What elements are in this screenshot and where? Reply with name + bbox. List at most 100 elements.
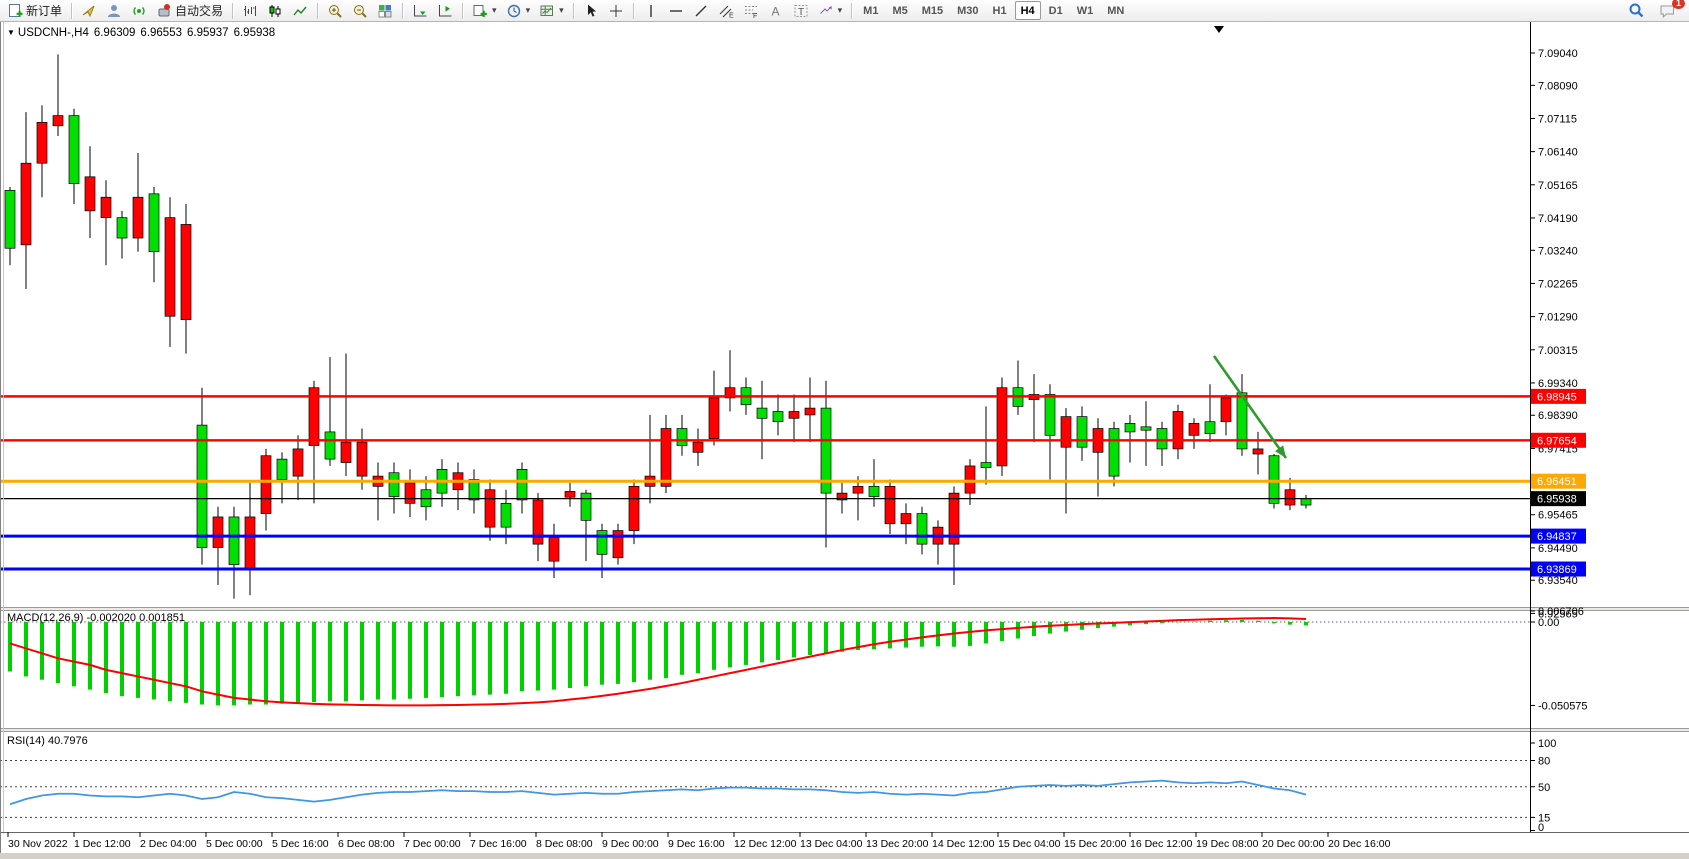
timeframe-button-h1[interactable]: H1	[987, 1, 1013, 20]
toolbar: 新订单 自动交易	[0, 0, 1689, 22]
chart-bars-button[interactable]	[238, 1, 262, 20]
candle-body-up	[325, 432, 335, 459]
price-tick-label: 7.08090	[1538, 80, 1578, 92]
candle-body-down	[165, 218, 175, 317]
zoom-out-button[interactable]	[348, 1, 372, 20]
candle-body-down	[997, 388, 1007, 466]
timeframe-button-m5[interactable]: M5	[886, 1, 913, 20]
news-signal-button[interactable]	[127, 1, 151, 20]
candle-body-down	[405, 483, 415, 503]
crosshair-icon	[608, 3, 624, 19]
zoom-in-button[interactable]	[323, 1, 347, 20]
auto-trading-button[interactable]: 自动交易	[152, 1, 227, 20]
candlestick-icon	[267, 3, 283, 19]
auto-scroll-button[interactable]	[408, 1, 432, 20]
chart-area[interactable]: 7.090407.080907.071157.061407.051657.041…	[0, 0, 1689, 859]
tile-windows-button[interactable]	[373, 1, 397, 20]
macd-signal-value: 0.001851	[139, 612, 185, 624]
label-button[interactable]: T	[789, 1, 813, 20]
toolbar-separator	[71, 3, 72, 19]
rsi-name: RSI(14)	[7, 735, 45, 747]
timeframe-button-m1[interactable]: M1	[857, 1, 884, 20]
candle-body-up	[1045, 394, 1055, 435]
dropdown-caret: ▾	[838, 5, 843, 16]
new-order-button[interactable]: 新订单	[3, 1, 66, 20]
new-chart-button[interactable]: ▾	[468, 1, 501, 20]
templates-button[interactable]: ▾	[535, 1, 568, 20]
price-tick-label: 7.00315	[1538, 345, 1578, 357]
zoom-out-icon	[352, 3, 368, 19]
timeframe-button-m30[interactable]: M30	[951, 1, 984, 20]
macd-name: MACD(12,26,9)	[7, 612, 83, 624]
profile-button[interactable]	[102, 1, 126, 20]
price-badge-label: 6.95938	[1537, 494, 1577, 506]
arrows-button[interactable]: ▾	[814, 1, 847, 20]
line-chart-icon	[292, 3, 308, 19]
candle-body-down	[85, 177, 95, 211]
price-badge-label: 6.96451	[1537, 476, 1577, 488]
bottom-strip	[0, 853, 1689, 859]
candle-body-down	[53, 116, 63, 126]
candle-body-down	[805, 408, 815, 415]
time-tick-label: 19 Dec 08:00	[1196, 838, 1259, 850]
clock-icon	[506, 3, 522, 19]
timeframe-button-d1[interactable]: D1	[1043, 1, 1069, 20]
timeframe-button-mn[interactable]: MN	[1101, 1, 1130, 20]
macd-label: MACD(12,26,9) -0.002020 0.001851	[7, 612, 185, 624]
market-watch-button[interactable]	[77, 1, 101, 20]
search-button[interactable]	[1624, 1, 1649, 20]
timeframe-button-h4[interactable]: H4	[1015, 1, 1041, 20]
cursor-button[interactable]	[579, 1, 603, 20]
trendline-button[interactable]	[689, 1, 713, 20]
chart-symbol: USDCNH-,H4	[18, 27, 89, 39]
time-tick-label: 8 Dec 08:00	[536, 838, 593, 850]
arrows-tool-icon	[818, 3, 834, 19]
dropdown-caret: ▾	[492, 5, 497, 16]
toolbar-separator	[317, 3, 318, 19]
candle-body-down	[245, 517, 255, 568]
vertical-line-button[interactable]	[639, 1, 663, 20]
auto-trading-label: 自动交易	[175, 2, 223, 19]
toolbar-separator	[573, 3, 574, 19]
chart-line-button[interactable]	[288, 1, 312, 20]
toolbar-separator	[462, 3, 463, 19]
time-tick-label: 6 Dec 08:00	[338, 838, 395, 850]
price-tick-label: 7.02265	[1538, 278, 1578, 290]
candle-body-down	[885, 486, 895, 523]
candle-body-down	[549, 537, 559, 561]
time-tick-label: 5 Dec 16:00	[272, 838, 329, 850]
timeframe-button-w1[interactable]: W1	[1071, 1, 1100, 20]
trendline-icon	[693, 3, 709, 19]
candle-body-up	[597, 531, 607, 555]
text-button[interactable]: A	[764, 1, 788, 20]
crosshair-button[interactable]	[604, 1, 628, 20]
candle-body-up	[501, 503, 511, 527]
candle-body-up	[1205, 422, 1215, 434]
collapse-icon: ▼	[7, 28, 15, 37]
svg-text:E: E	[729, 12, 734, 19]
rsi-tick-label: 100	[1538, 738, 1556, 750]
candle-body-down	[1253, 449, 1263, 454]
periodicity-button[interactable]: ▾	[502, 1, 535, 20]
channel-button[interactable]: E	[714, 1, 738, 20]
price-tick-label: 7.03240	[1538, 245, 1578, 257]
ohlc-high: 6.96553	[140, 27, 182, 39]
candle-body-up	[69, 116, 79, 184]
horizontal-line-button[interactable]	[664, 1, 688, 20]
chart-shift-button[interactable]	[433, 1, 457, 20]
time-tick-label: 30 Nov 2022	[8, 838, 68, 850]
fibonacci-icon: F	[743, 3, 759, 19]
time-tick-label: 7 Dec 16:00	[470, 838, 527, 850]
macd-main-value: -0.002020	[86, 612, 136, 624]
timeframe-button-m15[interactable]: M15	[916, 1, 949, 20]
candle-body-up	[1125, 423, 1135, 432]
notifications-button[interactable]: 1	[1655, 1, 1680, 20]
candle-body-down	[37, 122, 47, 163]
price-tick-label: 6.98390	[1538, 410, 1578, 422]
chart-candles-button[interactable]	[263, 1, 287, 20]
candle-body-down	[213, 517, 223, 548]
time-tick-label: 20 Dec 16:00	[1328, 838, 1391, 850]
fibonacci-button[interactable]: F	[739, 1, 763, 20]
toolbar-separator	[402, 3, 403, 19]
new-order-icon	[7, 3, 23, 19]
